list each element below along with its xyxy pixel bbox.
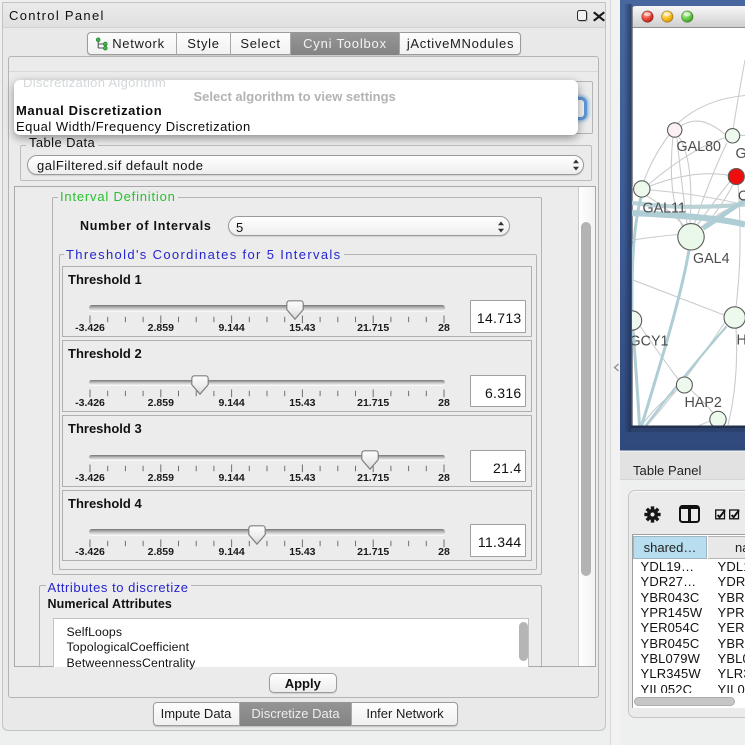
svg-text:GA: GA [736, 146, 745, 162]
svg-text:H: H [737, 333, 745, 349]
svg-text:GCY1: GCY1 [630, 334, 669, 350]
svg-text:C: C [738, 189, 745, 205]
svg-text:GAL11: GAL11 [643, 201, 686, 217]
svg-text:HAP2: HAP2 [685, 395, 722, 411]
svg-text:GAL4: GAL4 [693, 251, 730, 267]
svg-text:GAL80: GAL80 [677, 139, 722, 155]
